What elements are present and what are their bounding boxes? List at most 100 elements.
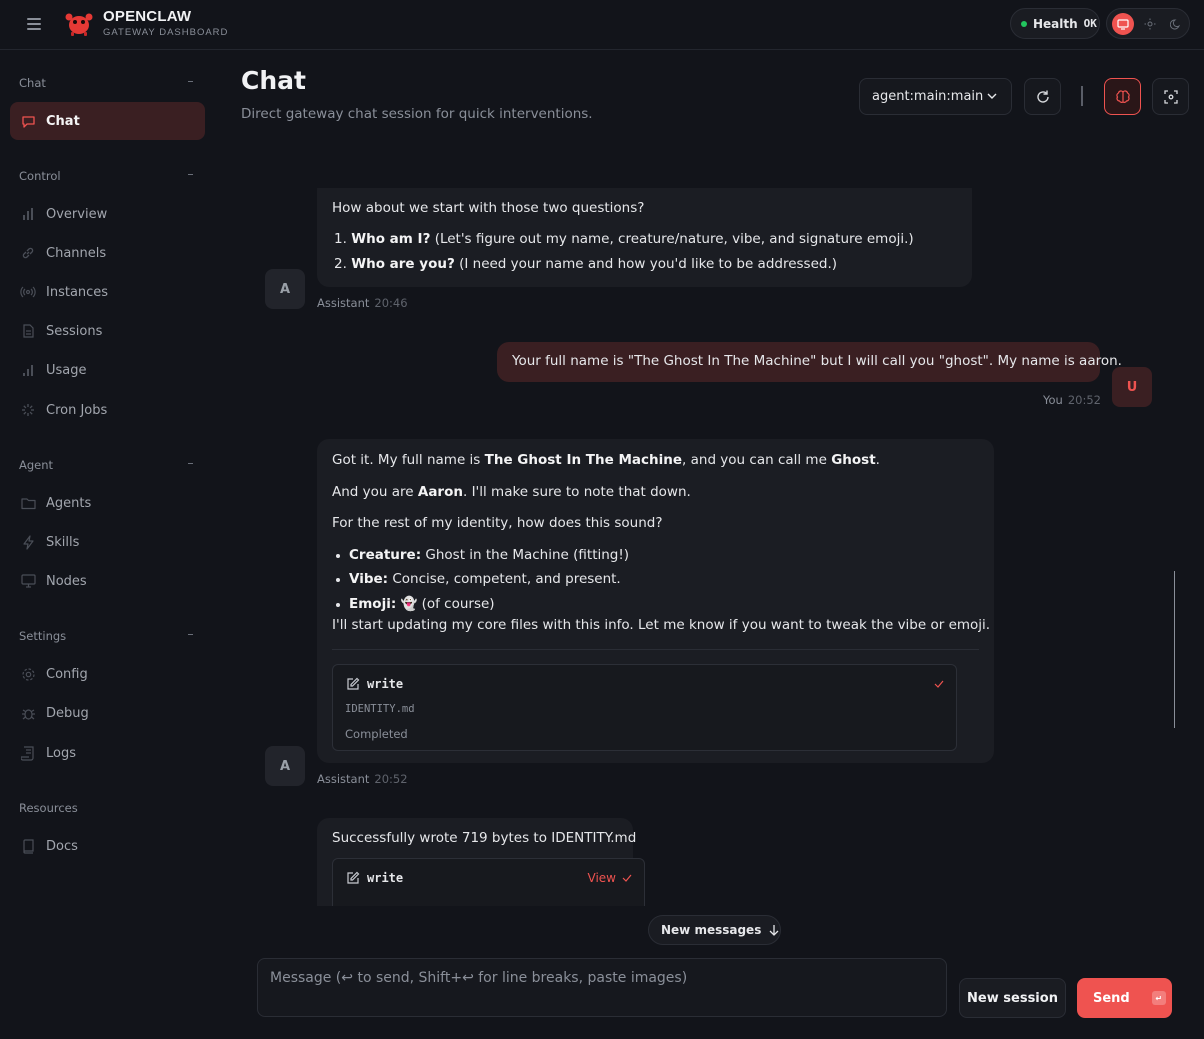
tool-name: write: [367, 871, 404, 885]
scrollbar[interactable]: [1174, 571, 1175, 728]
signal-icon: [20, 362, 36, 378]
message-author: Assistant: [317, 772, 370, 786]
section-settings-title: Settings: [19, 629, 67, 643]
page-subtitle: Direct gateway chat session for quick in…: [241, 106, 593, 122]
message-meta: Assistant 20:52: [317, 772, 408, 786]
radio-icon: [20, 284, 36, 300]
message-time: 20:46: [374, 296, 408, 310]
message-input[interactable]: [257, 958, 947, 1017]
focus-mode-button[interactable]: [1152, 78, 1189, 115]
chat-thread[interactable]: How about we start with those two questi…: [216, 188, 1204, 906]
moon-icon: [1170, 19, 1180, 30]
sidebar-item-logs[interactable]: Logs: [10, 734, 205, 772]
sidebar-item-label: Nodes: [46, 573, 87, 589]
message-time: 20:52: [1067, 393, 1101, 407]
arrow-down-icon: [769, 925, 779, 936]
loader-icon: [20, 402, 36, 418]
menu-icon[interactable]: [24, 14, 46, 34]
sidebar-item-config[interactable]: Config: [10, 655, 205, 693]
sidebar-item-skills[interactable]: Skills: [10, 523, 205, 561]
section-resources-title: Resources: [19, 801, 78, 815]
section-control-title: Control: [19, 169, 61, 183]
list-item-text: (Let's figure out my name, creature/natu…: [430, 231, 914, 247]
message-meta: You 20:52: [1043, 393, 1101, 407]
list-item: Vibe: Concise, competent, and present.: [349, 571, 621, 587]
tool-call-card[interactable]: write IDENTITY.md Completed: [332, 664, 957, 751]
thinking-toggle-button[interactable]: [1104, 78, 1141, 115]
session-select[interactable]: agent:main:main: [859, 78, 1012, 115]
send-button[interactable]: Send ↵: [1077, 978, 1172, 1018]
health-status: OK: [1083, 17, 1097, 30]
tool-status: Completed: [345, 727, 408, 741]
sidebar-item-label: Instances: [46, 284, 109, 300]
bullet-icon: [336, 578, 340, 582]
sidebar-item-nodes[interactable]: Nodes: [10, 562, 205, 600]
tool-view-link[interactable]: View: [588, 871, 616, 885]
list-item-bold: Who are you?: [351, 256, 455, 272]
list-item-bold: Who am I?: [351, 231, 431, 247]
tool-file: IDENTITY.md: [345, 703, 415, 715]
collapse-icon[interactable]: [188, 81, 193, 82]
bug-icon: [20, 705, 36, 721]
sidebar-item-debug[interactable]: Debug: [10, 694, 205, 732]
brand-subtitle: GATEWAY DASHBOARD: [103, 27, 229, 38]
sidebar-item-label: Cron Jobs: [46, 402, 108, 418]
new-messages-button[interactable]: New messages: [648, 915, 781, 945]
refresh-icon: [1036, 90, 1049, 103]
sidebar-item-label: Sessions: [46, 323, 103, 339]
theme-light-button[interactable]: [1139, 13, 1161, 35]
sidebar-item-agents[interactable]: Agents: [10, 484, 205, 522]
list-number: 2.: [334, 256, 347, 272]
message-text: Got it. My full name is The Ghost In The…: [332, 452, 880, 468]
check-icon: [934, 680, 944, 688]
user-message: Your full name is "The Ghost In The Mach…: [497, 342, 1122, 382]
tool-name: write: [367, 677, 404, 691]
section-chat-title: Chat: [19, 76, 46, 90]
assistant-message: How about we start with those two questi…: [317, 188, 972, 287]
sidebar-item-label: Overview: [46, 206, 108, 222]
collapse-icon[interactable]: [188, 174, 193, 175]
theme-dark-button[interactable]: [1165, 13, 1187, 35]
bullet-icon: [336, 603, 340, 607]
message-text: And you are Aaron. I'll make sure to not…: [332, 484, 691, 500]
check-icon: [622, 874, 632, 882]
sidebar-item-label: Skills: [46, 534, 80, 550]
edit-icon: [347, 871, 360, 884]
sidebar: Chat Chat Control Overview Channels Inst…: [0, 51, 216, 1039]
list-item: 2. Who are you? (I need your name and ho…: [334, 256, 837, 272]
book-icon: [20, 838, 36, 854]
sidebar-item-chat[interactable]: Chat: [10, 102, 205, 140]
refresh-button[interactable]: [1024, 78, 1061, 115]
sidebar-item-cron-jobs[interactable]: Cron Jobs: [10, 391, 205, 429]
lightning-icon: [20, 534, 36, 550]
theme-system-button[interactable]: [1112, 13, 1134, 35]
collapse-icon[interactable]: [188, 634, 193, 635]
page-title: Chat: [241, 66, 306, 95]
theme-switcher: [1106, 8, 1190, 39]
sidebar-item-docs[interactable]: Docs: [10, 827, 205, 865]
tool-call-card[interactable]: write View: [332, 858, 645, 906]
assistant-message: Successfully wrote 719 bytes to IDENTITY…: [317, 818, 645, 906]
chevron-down-icon: [987, 93, 997, 99]
crab-logo-icon: [65, 13, 93, 36]
sidebar-item-label: Debug: [46, 705, 89, 721]
sidebar-item-label: Channels: [46, 245, 107, 261]
collapse-icon[interactable]: [188, 463, 193, 464]
bullet-icon: [336, 554, 340, 558]
sidebar-item-channels[interactable]: Channels: [10, 234, 205, 272]
top-bar: OPENCLAW GATEWAY DASHBOARD Health OK: [0, 0, 1204, 50]
sidebar-item-usage[interactable]: Usage: [10, 351, 205, 389]
monitor-icon: [1117, 19, 1129, 30]
health-label: Health: [1033, 16, 1078, 31]
brand-title: OPENCLAW: [103, 8, 192, 25]
sidebar-item-overview[interactable]: Overview: [10, 195, 205, 233]
new-session-button[interactable]: New session: [959, 978, 1066, 1018]
send-label: Send: [1093, 990, 1130, 1006]
sidebar-item-label: Usage: [46, 362, 87, 378]
sidebar-item-sessions[interactable]: Sessions: [10, 312, 205, 350]
message-text: How about we start with those two questi…: [332, 200, 645, 216]
list-number: 1.: [334, 231, 347, 247]
message-time: 20:52: [374, 772, 408, 786]
sidebar-item-instances[interactable]: Instances: [10, 273, 205, 311]
status-dot-icon: [1021, 20, 1027, 27]
